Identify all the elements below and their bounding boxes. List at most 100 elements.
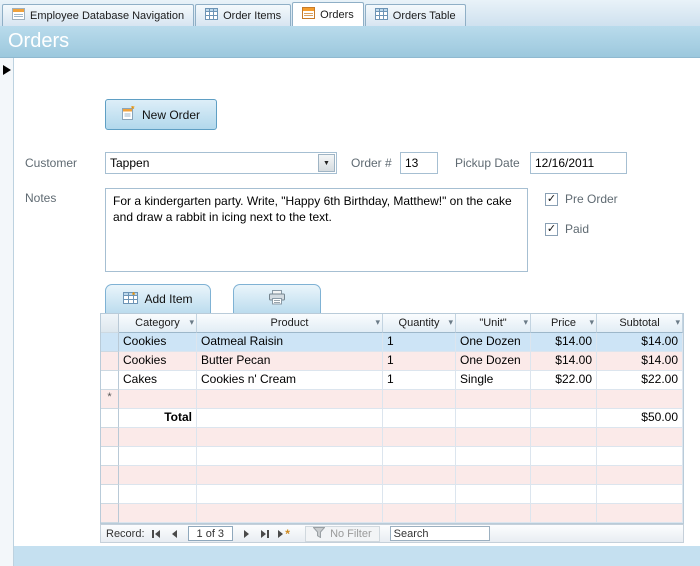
navigation-pane-collapsed[interactable]	[0, 58, 14, 566]
pre-order-checkbox[interactable]: ✓	[545, 193, 558, 206]
cell-unit[interactable]: One Dozen	[456, 352, 531, 371]
column-menu-arrow-icon[interactable]: ▾	[189, 318, 194, 327]
next-record-button[interactable]	[238, 526, 254, 541]
selector-corner[interactable]	[101, 314, 119, 333]
add-item-button[interactable]: * Add Item	[105, 284, 211, 313]
printer-icon	[268, 290, 286, 308]
add-item-label: Add Item	[144, 292, 192, 306]
column-header-quantity[interactable]: Quantity▾	[383, 314, 456, 333]
cell-price[interactable]	[531, 390, 597, 409]
last-record-button[interactable]	[257, 526, 273, 541]
new-record-row: *	[101, 390, 683, 409]
column-menu-arrow-icon[interactable]: ▾	[448, 318, 453, 327]
cell-price[interactable]: $22.00	[531, 371, 597, 390]
row-selector[interactable]	[101, 371, 119, 390]
previous-record-button[interactable]	[167, 526, 183, 541]
row-selector[interactable]	[101, 409, 119, 428]
row-selector[interactable]	[101, 333, 119, 352]
column-header-unit[interactable]: "Unit"▾	[456, 314, 531, 333]
cell-quantity[interactable]	[383, 390, 456, 409]
check-icon: ✓	[547, 224, 556, 235]
cell-unit[interactable]: One Dozen	[456, 333, 531, 352]
order-number-field[interactable]: 13	[400, 152, 438, 174]
cell-category[interactable]	[119, 390, 197, 409]
empty-row	[101, 428, 683, 447]
empty-row	[101, 504, 683, 523]
totals-row: Total $50.00	[101, 409, 683, 428]
cell-quantity[interactable]: 1	[383, 333, 456, 352]
form-title-bar: Orders	[0, 26, 700, 58]
notes-field[interactable]: For a kindergarten party. Write, "Happy …	[105, 188, 528, 272]
first-record-button[interactable]	[148, 526, 164, 541]
tab-orders[interactable]: Orders	[292, 2, 364, 26]
pickup-date-label: Pickup Date	[455, 156, 520, 170]
column-menu-arrow-icon[interactable]: ▾	[675, 318, 680, 327]
cell-product[interactable]: Oatmeal Raisin	[197, 333, 383, 352]
cell-unit[interactable]: Single	[456, 371, 531, 390]
form-footer-strip	[14, 546, 700, 566]
tab-label: Orders	[320, 9, 354, 21]
empty-row	[101, 485, 683, 504]
tab-employee-database-navigation[interactable]: Employee Database Navigation	[2, 4, 194, 26]
customer-combobox[interactable]: Tappen ▼	[105, 152, 337, 174]
document-tab-bar: Employee Database Navigation Order Items…	[0, 0, 700, 26]
paid-checkbox[interactable]: ✓	[545, 223, 558, 236]
tab-orders-table[interactable]: Orders Table	[365, 4, 466, 26]
combo-dropdown-button[interactable]: ▼	[318, 154, 335, 172]
column-menu-arrow-icon[interactable]: ▾	[375, 318, 380, 327]
chevron-down-icon: ▼	[323, 160, 330, 167]
cell-category[interactable]: Cookies	[119, 333, 197, 352]
cell-quantity	[383, 409, 456, 428]
empty-row	[101, 447, 683, 466]
cell-product[interactable]: Cookies n' Cream	[197, 371, 383, 390]
column-header-category[interactable]: Category▾	[119, 314, 197, 333]
cell-quantity[interactable]: 1	[383, 352, 456, 371]
cell-quantity[interactable]: 1	[383, 371, 456, 390]
check-icon: ✓	[547, 194, 556, 205]
cell-subtotal[interactable]: $22.00	[597, 371, 683, 390]
table-row: Cakes Cookies n' Cream 1 Single $22.00 $…	[101, 371, 683, 390]
cell-price[interactable]: $14.00	[531, 352, 597, 371]
cell-subtotal[interactable]: $14.00	[597, 352, 683, 371]
cell-subtotal[interactable]: $14.00	[597, 333, 683, 352]
cell-category[interactable]: Cakes	[119, 371, 197, 390]
cell-category[interactable]: Cookies	[119, 352, 197, 371]
new-record-selector[interactable]: *	[101, 390, 119, 409]
form-icon	[302, 7, 315, 22]
column-header-product[interactable]: Product▾	[197, 314, 383, 333]
record-label: Record:	[106, 528, 145, 540]
form-icon	[12, 8, 25, 23]
datasheet-header-row: Category▾ Product▾ Quantity▾ "Unit"▾ Pri…	[101, 314, 683, 333]
tab-order-items[interactable]: Order Items	[195, 4, 291, 26]
table-row: Cookies Butter Pecan 1 One Dozen $14.00 …	[101, 352, 683, 371]
no-filter-button[interactable]: No Filter	[305, 526, 380, 542]
orders-form: * New Order Customer Tappen ▼ Order # 13…	[14, 58, 700, 566]
new-order-label: New Order	[142, 108, 200, 122]
tab-label: Orders Table	[393, 10, 456, 22]
column-menu-arrow-icon[interactable]: ▾	[589, 318, 594, 327]
cell-product[interactable]: Butter Pecan	[197, 352, 383, 371]
new-order-button[interactable]: * New Order	[105, 99, 217, 130]
cell-product[interactable]	[197, 390, 383, 409]
column-header-subtotal[interactable]: Subtotal▾	[597, 314, 683, 333]
column-menu-arrow-icon[interactable]: ▾	[523, 318, 528, 327]
record-position[interactable]: 1 of 3	[188, 526, 234, 541]
order-items-datasheet: Category▾ Product▾ Quantity▾ "Unit"▾ Pri…	[100, 313, 684, 524]
pickup-date-field[interactable]: 12/16/2011	[530, 152, 627, 174]
cell-product	[197, 409, 383, 428]
pre-order-checkbox-row: ✓ Pre Order	[545, 192, 618, 206]
filter-funnel-icon	[313, 527, 325, 541]
cell-subtotal[interactable]	[597, 390, 683, 409]
row-selector[interactable]	[101, 352, 119, 371]
expand-arrow-icon[interactable]	[3, 65, 11, 75]
column-header-price[interactable]: Price▾	[531, 314, 597, 333]
search-input[interactable]	[390, 526, 490, 541]
print-order-button[interactable]	[233, 284, 321, 313]
table-icon	[375, 8, 388, 23]
empty-row	[101, 466, 683, 485]
new-record-button[interactable]: *	[276, 526, 292, 541]
notes-label: Notes	[25, 191, 56, 205]
cell-unit[interactable]	[456, 390, 531, 409]
paid-checkbox-row: ✓ Paid	[545, 222, 589, 236]
cell-price[interactable]: $14.00	[531, 333, 597, 352]
